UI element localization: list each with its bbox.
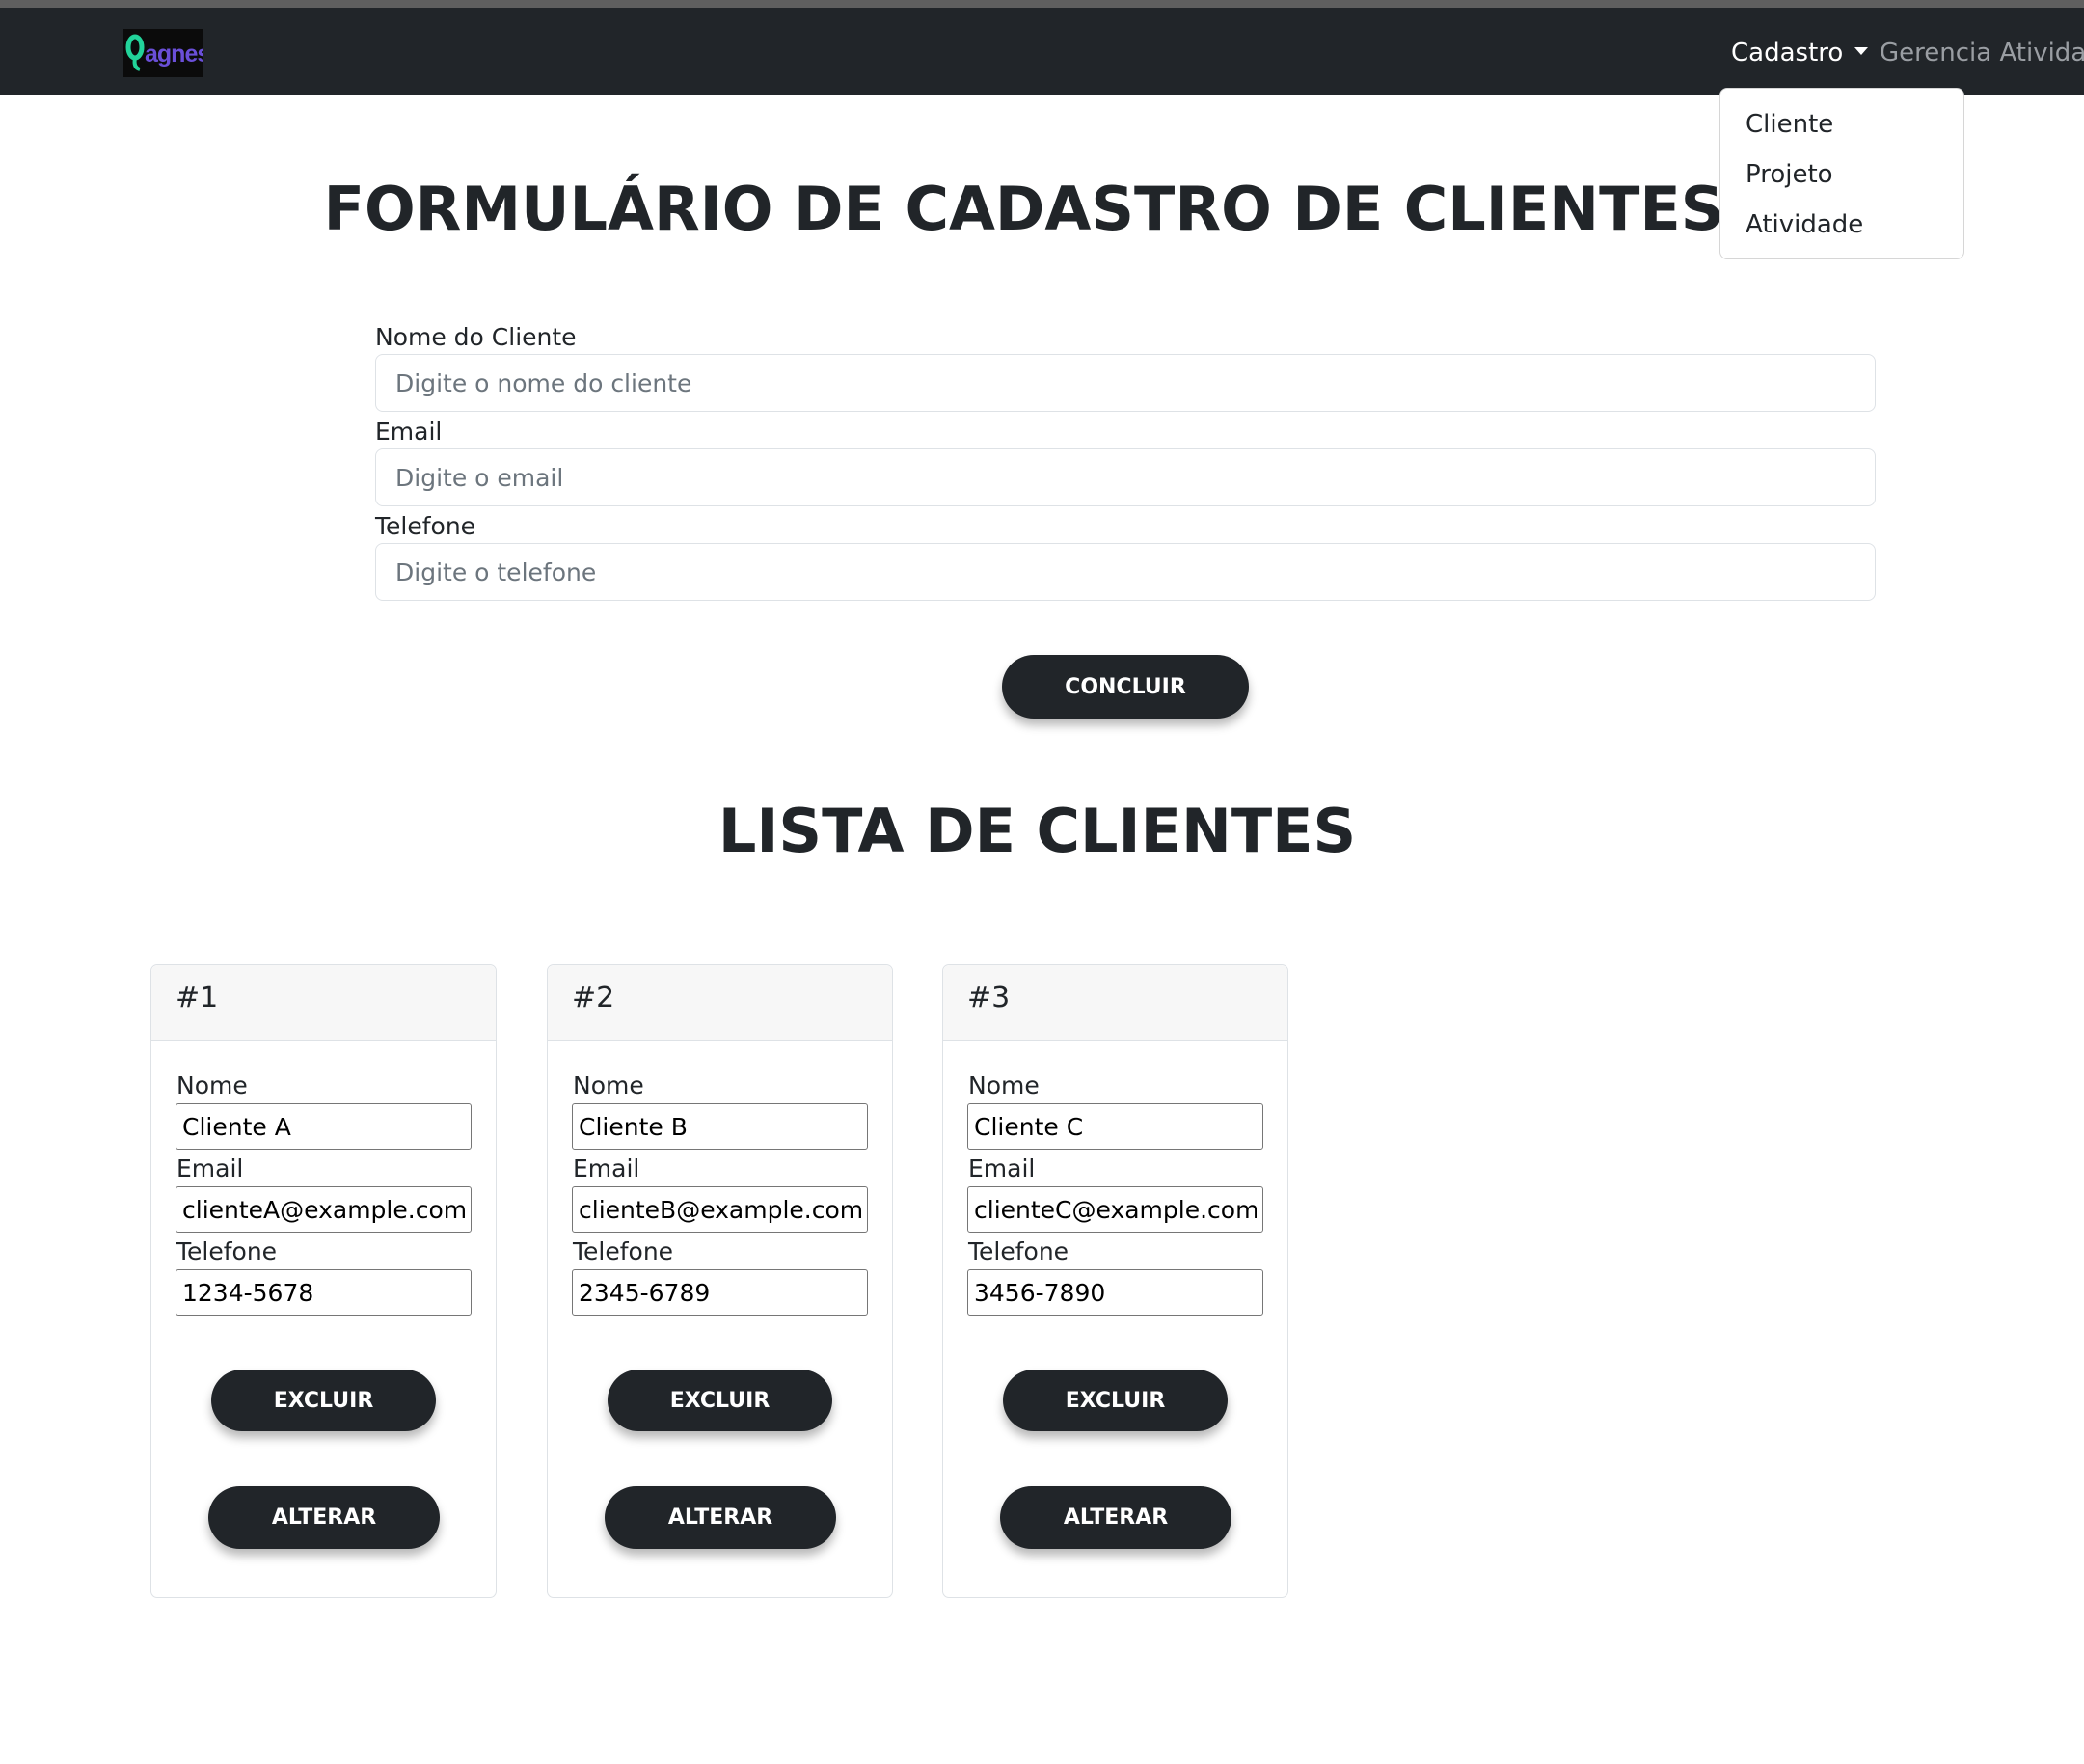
alterar-button[interactable]: ALTERAR [1000,1486,1231,1549]
card-header: #3 [943,965,1287,1041]
client-card: #2 Nome Email Telefone EXCLUIR ALTERAR [547,964,893,1598]
card-email-input[interactable] [572,1186,868,1233]
dropdown-item-cliente[interactable]: Cliente [1746,110,1833,139]
card-email-label: Email [573,1154,640,1182]
concluir-button[interactable]: CONCLUIR [1002,655,1249,719]
nav-cadastro-dropdown-toggle[interactable]: Cadastro [1731,39,1869,68]
card-email-label: Email [968,1154,1036,1182]
card-nome-input[interactable] [572,1103,868,1150]
card-nome-label: Nome [573,1072,644,1099]
card-telefone-label: Telefone [176,1237,278,1265]
card-header: #1 [151,965,496,1041]
nome-input[interactable] [375,354,1876,412]
card-telefone-label: Telefone [968,1237,1069,1265]
alterar-button[interactable]: ALTERAR [208,1486,440,1549]
navbar: agnes Cadastro Gerencia Atividade [0,8,2084,95]
card-nome-input[interactable] [176,1103,472,1150]
list-title: LISTA DE CLIENTES [717,796,1357,866]
card-telefone-input[interactable] [176,1269,472,1316]
caret-down-icon [1854,46,1869,55]
card-nome-label: Nome [176,1072,248,1099]
client-id: #2 [572,981,615,1015]
card-telefone-input[interactable] [967,1269,1263,1316]
excluir-button[interactable]: EXCLUIR [608,1370,832,1431]
client-card: #1 Nome Email Telefone EXCLUIR ALTERAR [150,964,497,1598]
card-email-input[interactable] [176,1186,472,1233]
client-id: #1 [176,981,219,1015]
nav-cadastro-label: Cadastro [1731,39,1844,68]
card-email-input[interactable] [967,1186,1263,1233]
telefone-input[interactable] [375,543,1876,601]
card-telefone-input[interactable] [572,1269,868,1316]
excluir-button[interactable]: EXCLUIR [211,1370,436,1431]
form-title: FORMULÁRIO DE CADASTRO DE CLIENTES [323,174,1724,244]
card-nome-label: Nome [968,1072,1040,1099]
client-card: #3 Nome Email Telefone EXCLUIR ALTERAR [942,964,1288,1598]
svg-text:agnes: agnes [145,41,203,68]
excluir-button[interactable]: EXCLUIR [1003,1370,1228,1431]
email-label: Email [375,418,443,446]
brand-logo[interactable]: agnes [123,29,203,77]
nav-gerencia-atividade[interactable]: Gerencia Atividade [1880,39,2084,68]
alterar-button[interactable]: ALTERAR [605,1486,836,1549]
brand-logo-image: agnes [125,34,203,71]
nome-label: Nome do Cliente [375,323,577,351]
card-email-label: Email [176,1154,244,1182]
client-id: #3 [967,981,1011,1015]
telefone-label: Telefone [375,512,476,540]
browser-top-edge [0,0,2084,8]
email-input[interactable] [375,448,1876,506]
card-telefone-label: Telefone [573,1237,674,1265]
card-nome-input[interactable] [967,1103,1263,1150]
card-header: #2 [548,965,892,1041]
